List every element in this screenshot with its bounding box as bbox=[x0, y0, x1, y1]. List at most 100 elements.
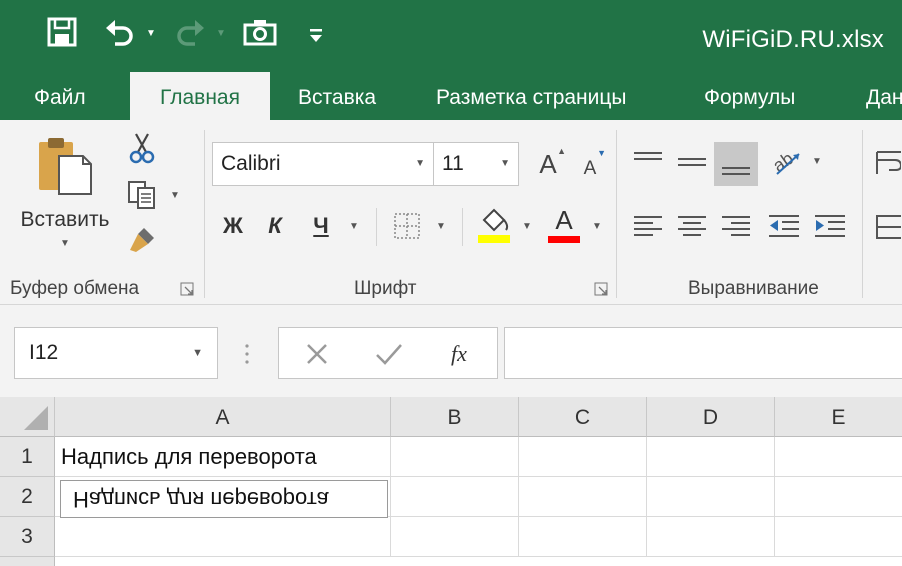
underline-button[interactable]: Ч bbox=[304, 206, 338, 246]
cell-e2[interactable] bbox=[775, 477, 902, 517]
formula-input[interactable] bbox=[504, 327, 902, 379]
align-bottom-button[interactable] bbox=[714, 142, 758, 186]
align-middle-button[interactable] bbox=[672, 142, 712, 182]
align-center-button[interactable] bbox=[672, 206, 712, 246]
cell-c2[interactable] bbox=[519, 477, 647, 517]
cell-d2[interactable] bbox=[647, 477, 775, 517]
bold-button[interactable]: Ж bbox=[216, 206, 250, 246]
row-header-2[interactable]: 2 bbox=[0, 477, 55, 517]
cancel-icon[interactable] bbox=[299, 338, 335, 370]
font-color-button[interactable]: A bbox=[544, 204, 584, 246]
save-icon[interactable] bbox=[46, 16, 78, 48]
enter-icon[interactable] bbox=[371, 338, 407, 370]
borders-dropdown-icon[interactable]: ▼ bbox=[436, 221, 446, 232]
paste-dropdown-icon[interactable]: ▼ bbox=[60, 238, 70, 249]
row-header-4[interactable] bbox=[0, 557, 55, 566]
tab-home[interactable]: Главная bbox=[130, 72, 270, 122]
align-left-button[interactable] bbox=[628, 206, 668, 246]
customize-qat-icon[interactable] bbox=[306, 24, 326, 46]
tab-page-layout[interactable]: Разметка страницы bbox=[436, 72, 627, 120]
align-center-icon bbox=[678, 216, 706, 236]
paste-label: Вставить bbox=[20, 208, 110, 231]
flipped-text-box[interactable]: Надпись для переворота bbox=[60, 480, 388, 518]
align-top-button[interactable] bbox=[628, 142, 668, 182]
font-size-combo[interactable]: 11 ▼ bbox=[433, 142, 519, 186]
align-middle-icon bbox=[678, 158, 706, 166]
clipboard-launcher-icon[interactable] bbox=[180, 282, 194, 296]
cell-c3[interactable] bbox=[519, 517, 647, 557]
format-painter-icon[interactable] bbox=[124, 222, 160, 256]
insert-function-icon[interactable]: fx bbox=[439, 336, 479, 372]
font-size-value: 11 bbox=[442, 152, 464, 175]
increase-indent-button[interactable] bbox=[810, 206, 850, 246]
row-header-3[interactable]: 3 bbox=[0, 517, 55, 557]
copy-dropdown-icon[interactable]: ▼ bbox=[170, 190, 180, 201]
fill-color-dropdown-icon[interactable]: ▼ bbox=[522, 221, 532, 232]
paste-icon bbox=[39, 138, 92, 195]
align-right-button[interactable] bbox=[716, 206, 756, 246]
wrap-text-icon[interactable] bbox=[872, 144, 902, 180]
column-header-d[interactable]: D bbox=[647, 397, 775, 437]
name-box[interactable]: I12 ▼ bbox=[14, 327, 218, 379]
cell-d1[interactable] bbox=[647, 437, 775, 477]
undo-dropdown-icon[interactable]: ▼ bbox=[146, 28, 156, 39]
redo-icon bbox=[174, 16, 206, 48]
bold-icon: Ж bbox=[223, 213, 243, 238]
tab-data[interactable]: Дан bbox=[866, 72, 902, 120]
cell-b2[interactable] bbox=[391, 477, 519, 517]
increase-indent-icon bbox=[815, 215, 845, 237]
fill-color-button[interactable] bbox=[474, 204, 514, 246]
font-group-label: Шрифт bbox=[354, 278, 417, 299]
formula-bar-grip-icon[interactable] bbox=[244, 343, 250, 365]
column-header-e[interactable]: E bbox=[775, 397, 902, 437]
cell-b1[interactable] bbox=[391, 437, 519, 477]
camera-icon[interactable] bbox=[242, 16, 278, 48]
column-header-b[interactable]: B bbox=[391, 397, 519, 437]
merge-cells-icon[interactable] bbox=[872, 208, 902, 244]
column-header-c[interactable]: C bbox=[519, 397, 647, 437]
cell-a1[interactable]: Надпись для переворота bbox=[55, 437, 391, 477]
cell-d3[interactable] bbox=[647, 517, 775, 557]
select-all-button[interactable] bbox=[0, 397, 55, 437]
grow-font-button[interactable]: A ▲ bbox=[530, 146, 566, 182]
orientation-dropdown-icon[interactable]: ▼ bbox=[812, 156, 822, 167]
italic-icon: К bbox=[268, 213, 282, 238]
decrease-indent-button[interactable] bbox=[764, 206, 804, 246]
chevron-down-icon: ▼ bbox=[500, 158, 510, 169]
orientation-button[interactable]: ab bbox=[766, 142, 806, 182]
font-launcher-icon[interactable] bbox=[594, 282, 608, 296]
title-bar: ▼ ▼ WiFiGiD.RU.xlsx Файл Главная Вставка… bbox=[0, 0, 902, 122]
borders-button[interactable] bbox=[390, 208, 424, 244]
fill-bucket-icon bbox=[478, 208, 510, 243]
align-bottom-icon bbox=[722, 167, 750, 175]
font-color-dropdown-icon[interactable]: ▼ bbox=[592, 221, 602, 232]
cell-c1[interactable] bbox=[519, 437, 647, 477]
italic-button[interactable]: К bbox=[260, 206, 290, 246]
separator bbox=[462, 208, 463, 246]
cut-icon[interactable] bbox=[124, 130, 160, 166]
copy-icon[interactable] bbox=[124, 178, 160, 212]
align-left-icon bbox=[634, 216, 662, 236]
font-color-swatch bbox=[548, 236, 580, 243]
cell-a3[interactable] bbox=[55, 517, 391, 557]
fx-label: fx bbox=[451, 341, 467, 366]
clipboard-group-label: Буфер обмена bbox=[10, 278, 140, 299]
tab-formulas[interactable]: Формулы bbox=[704, 72, 795, 120]
shrink-font-button[interactable]: A ▼ bbox=[574, 148, 606, 182]
undo-icon[interactable] bbox=[104, 16, 136, 48]
flipped-text: Надпись для переворота bbox=[73, 487, 329, 512]
column-header-a[interactable]: A bbox=[55, 397, 391, 437]
borders-icon bbox=[394, 213, 420, 239]
paste-button[interactable]: Вставить ▼ bbox=[20, 134, 110, 264]
tab-insert[interactable]: Вставка bbox=[298, 72, 376, 120]
cell-b3[interactable] bbox=[391, 517, 519, 557]
tab-file[interactable]: Файл bbox=[34, 72, 86, 120]
cell-e1[interactable] bbox=[775, 437, 902, 477]
cell-e3[interactable] bbox=[775, 517, 902, 557]
font-name-combo[interactable]: Calibri ▼ bbox=[212, 142, 434, 186]
chevron-down-icon[interactable]: ▼ bbox=[192, 328, 203, 378]
row-header-1[interactable]: 1 bbox=[0, 437, 55, 477]
worksheet-grid: A B C D E 1 2 3 Надпись для переворота Н… bbox=[0, 397, 902, 566]
svg-text:ab: ab bbox=[769, 148, 797, 176]
underline-dropdown-icon[interactable]: ▼ bbox=[349, 221, 359, 232]
